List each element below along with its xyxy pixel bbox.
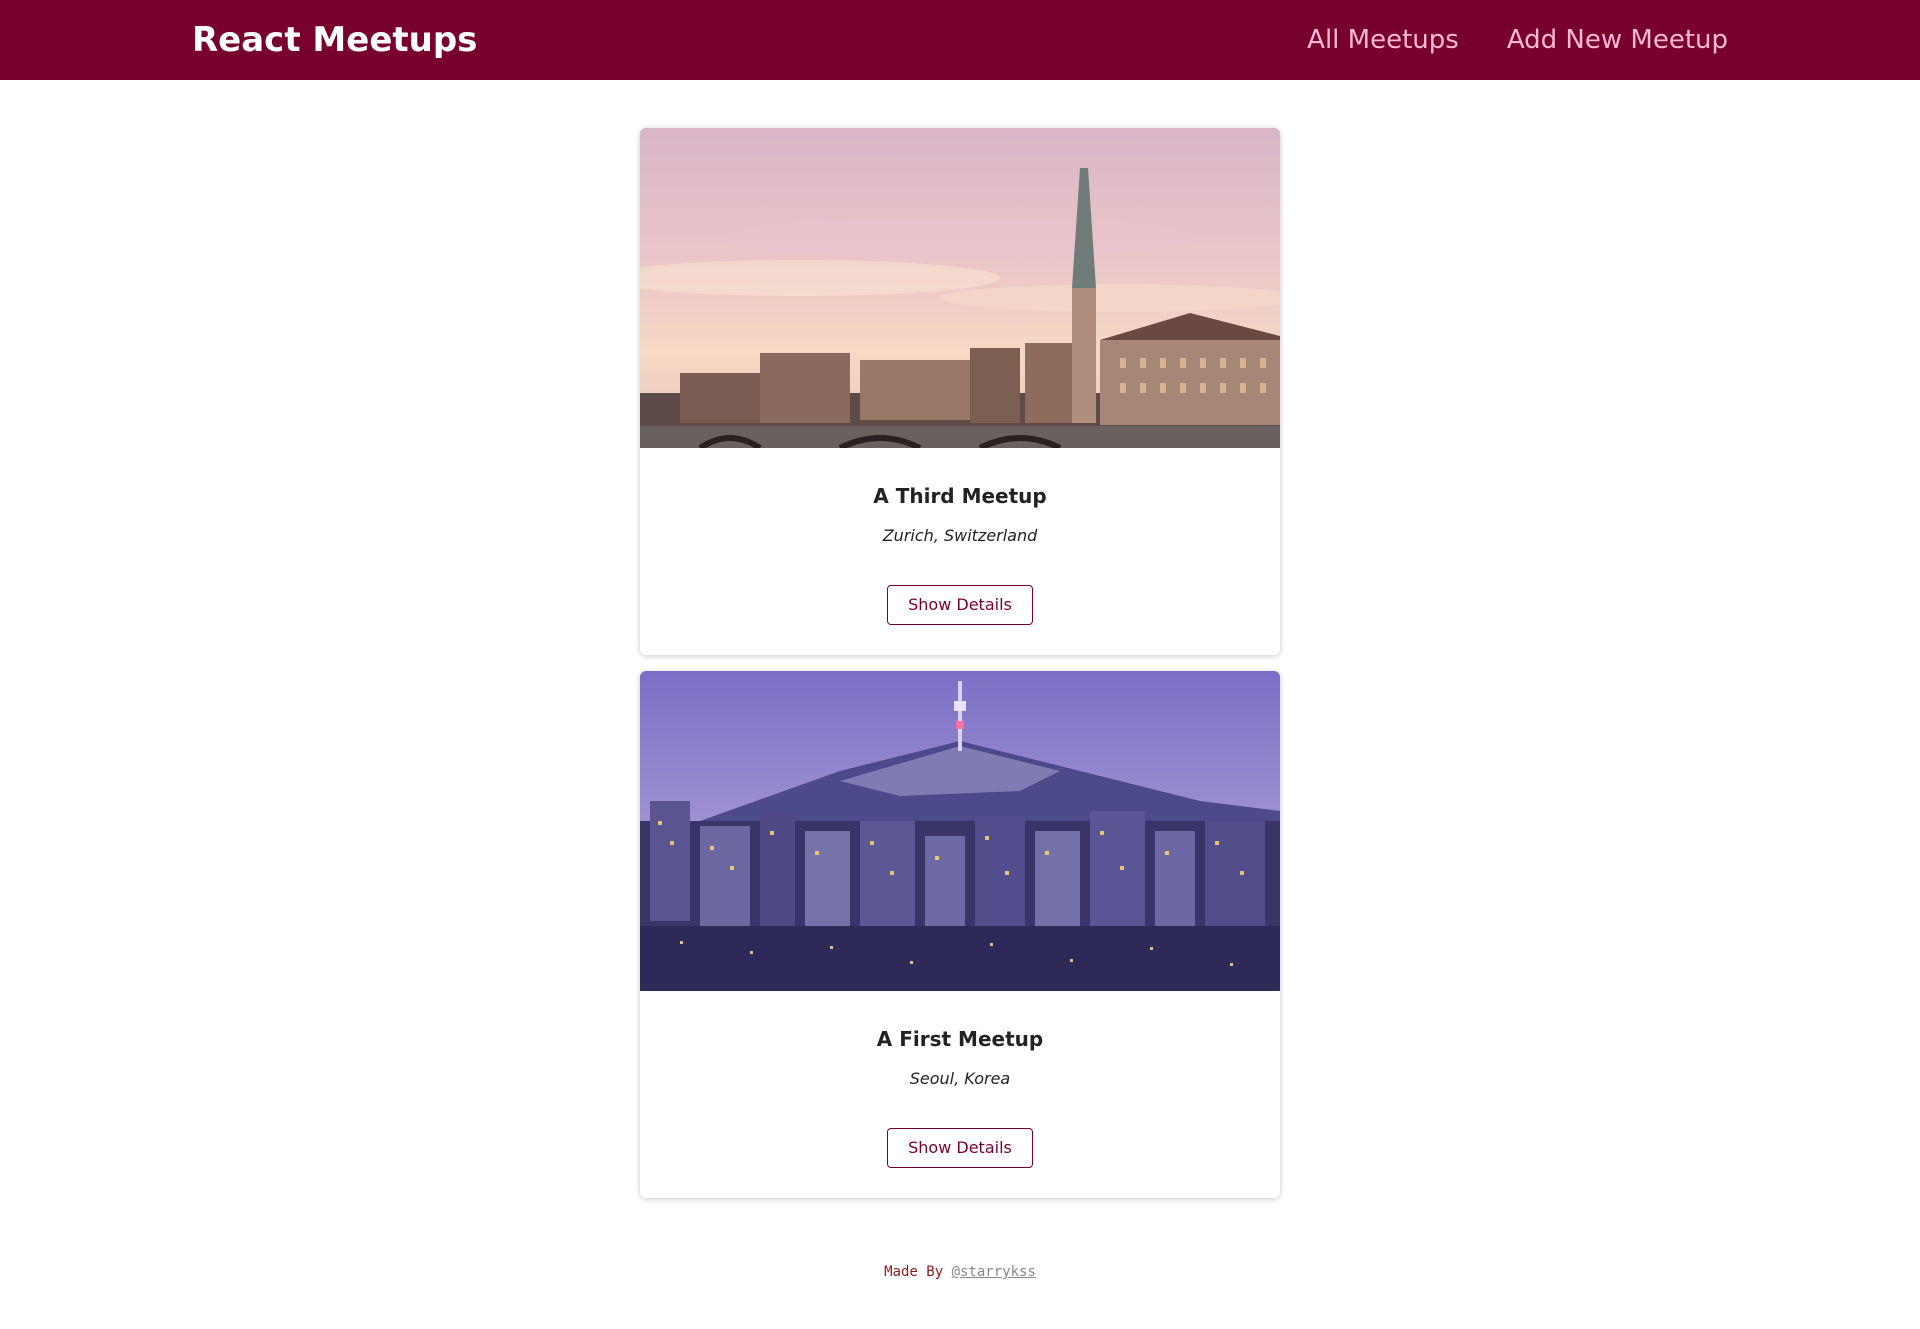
meetup-image-zurich (640, 128, 1280, 448)
meetup-list: A Third Meetup Zurich, Switzerland Show … (640, 128, 1280, 1198)
meetup-title: A First Meetup (876, 1027, 1044, 1051)
show-details-button[interactable]: Show Details (887, 1128, 1033, 1168)
meetup-address: Zurich, Switzerland (882, 526, 1038, 545)
main-nav: All Meetups Add New Meetup (1307, 25, 1728, 55)
footer-author-link[interactable]: @starrykss (952, 1264, 1036, 1280)
card-actions: Show Details (640, 585, 1280, 625)
meetup-image-seoul (640, 671, 1280, 991)
meetup-title: A Third Meetup (873, 484, 1047, 508)
site-header: React Meetups All Meetups Add New Meetup (0, 0, 1920, 80)
meetup-address: Seoul, Korea (909, 1069, 1011, 1088)
site-logo[interactable]: React Meetups (192, 20, 477, 60)
nav-add-new-meetup[interactable]: Add New Meetup (1507, 25, 1728, 55)
card-content: A First Meetup Seoul, Korea Show Details (640, 991, 1280, 1168)
show-details-button[interactable]: Show Details (887, 585, 1033, 625)
nav-all-meetups[interactable]: All Meetups (1307, 25, 1459, 55)
card-content: A Third Meetup Zurich, Switzerland Show … (640, 448, 1280, 625)
meetup-card: A First Meetup Seoul, Korea Show Details (640, 671, 1280, 1198)
footer-prefix: Made By (884, 1264, 944, 1280)
card-actions: Show Details (640, 1128, 1280, 1168)
meetup-card: A Third Meetup Zurich, Switzerland Show … (640, 128, 1280, 655)
site-footer: Made By @starrykss (0, 1264, 1920, 1280)
